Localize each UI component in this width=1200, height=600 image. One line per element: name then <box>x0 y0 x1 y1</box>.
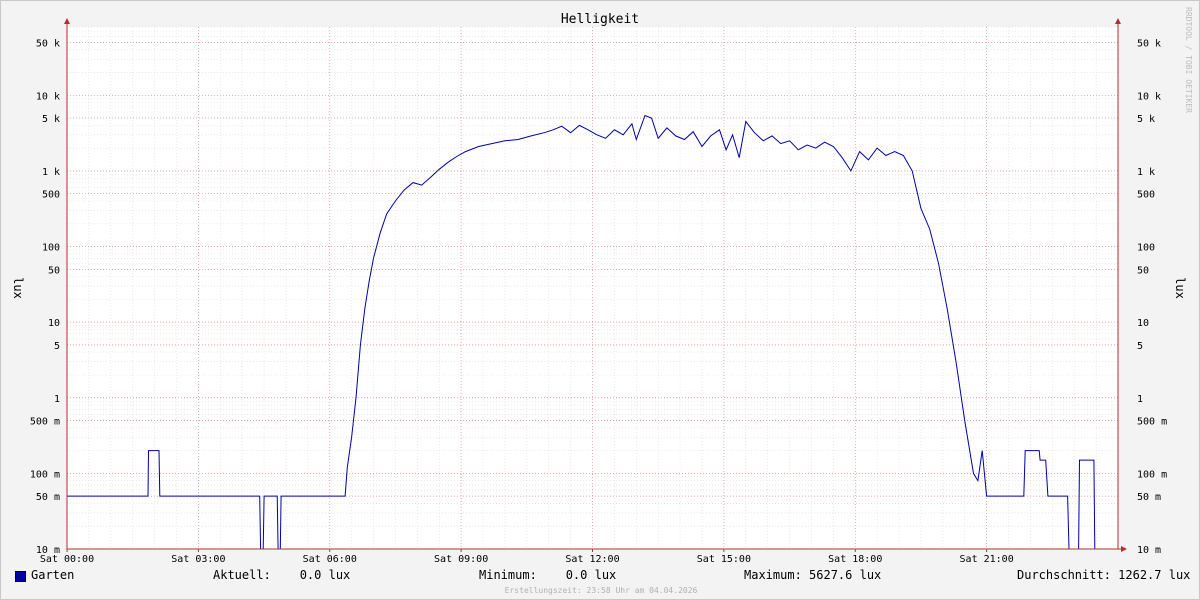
y-tick-label-right: 50 <box>1137 265 1149 276</box>
x-tick-label: Sat 12:00 <box>565 554 619 565</box>
y-axis-right-arrow <box>1115 18 1121 24</box>
legend-swatch <box>15 571 26 582</box>
chart-title: Helligkeit <box>561 12 639 27</box>
y-tick-label-right: 100 <box>1137 243 1155 254</box>
y-tick-label-right: 500 <box>1137 190 1155 201</box>
chart-frame: Helligkeit lux lux Sat 00:00 Sat 03:00 Sat… <box>0 0 1200 600</box>
y-axis-left-arrow <box>64 18 70 24</box>
legend-maximum: Maximum: 5627.6 lux <box>744 568 882 582</box>
x-tick-label: Sat 03:00 <box>171 554 225 565</box>
y-tick-label-left: 100 m <box>30 469 60 480</box>
creation-time-footer: Erstellungszeit: 23:58 Uhr am 04.04.2026 <box>504 586 698 595</box>
y-tick-label-left: 50 m <box>36 492 60 503</box>
legend-average: Durchschnitt: 1262.7 lux <box>1017 568 1191 582</box>
y-tick-label-right: 1 k <box>1137 167 1155 178</box>
y-tick-label-left: 10 m <box>36 545 60 556</box>
legend-series-name: Garten <box>31 568 75 582</box>
y-tick-label-left: 50 k <box>36 38 60 49</box>
y-tick-label-right: 5 <box>1137 341 1143 352</box>
y-tick-label-left: 5 <box>54 341 60 352</box>
y-tick-label-left: 10 k <box>36 91 60 102</box>
legend-minimum: Minimum: 0.0 lux <box>479 568 617 582</box>
y-tick-label-right: 10 k <box>1137 91 1161 102</box>
y-tick-label-right: 500 m <box>1137 417 1167 428</box>
y-tick-label-left: 100 <box>42 243 60 254</box>
y-tick-label-right: 100 m <box>1137 469 1167 480</box>
x-tick-label: Sat 15:00 <box>697 554 751 565</box>
x-tick-label: Sat 21:00 <box>960 554 1014 565</box>
x-tick-label: Sat 09:00 <box>434 554 488 565</box>
y-tick-label-right: 5 k <box>1137 114 1155 125</box>
legend-current: Aktuell: 0.0 lux <box>213 568 351 582</box>
x-axis-arrow <box>1121 546 1127 552</box>
y-tick-label-right: 10 <box>1137 318 1149 329</box>
y-tick-label-left: 500 m <box>30 417 60 428</box>
y-tick-label-left: 1 k <box>42 167 60 178</box>
x-tick-label: Sat 06:00 <box>303 554 357 565</box>
y-tick-label-left: 5 k <box>42 114 60 125</box>
brightness-chart: Helligkeit lux lux Sat 00:00 Sat 03:00 Sat… <box>11 12 1187 565</box>
y-tick-label-left: 1 <box>54 394 60 405</box>
y-tick-label-left: 50 <box>48 265 60 276</box>
y-tick-label-left: 10 <box>48 318 60 329</box>
y-tick-label-right: 10 m <box>1137 545 1161 556</box>
y-tick-label-right: 1 <box>1137 394 1143 405</box>
x-tick-label: Sat 18:00 <box>828 554 882 565</box>
y-tick-label-left: 500 <box>42 190 60 201</box>
y-tick-label-right: 50 k <box>1137 38 1161 49</box>
y-axis-label-left: lux <box>11 277 25 299</box>
y-tick-label-right: 50 m <box>1137 492 1161 503</box>
y-axis-label-right: lux <box>1173 277 1187 299</box>
rrdtool-watermark: RRDTOOL / TOBI OETIKER <box>1184 7 1193 113</box>
